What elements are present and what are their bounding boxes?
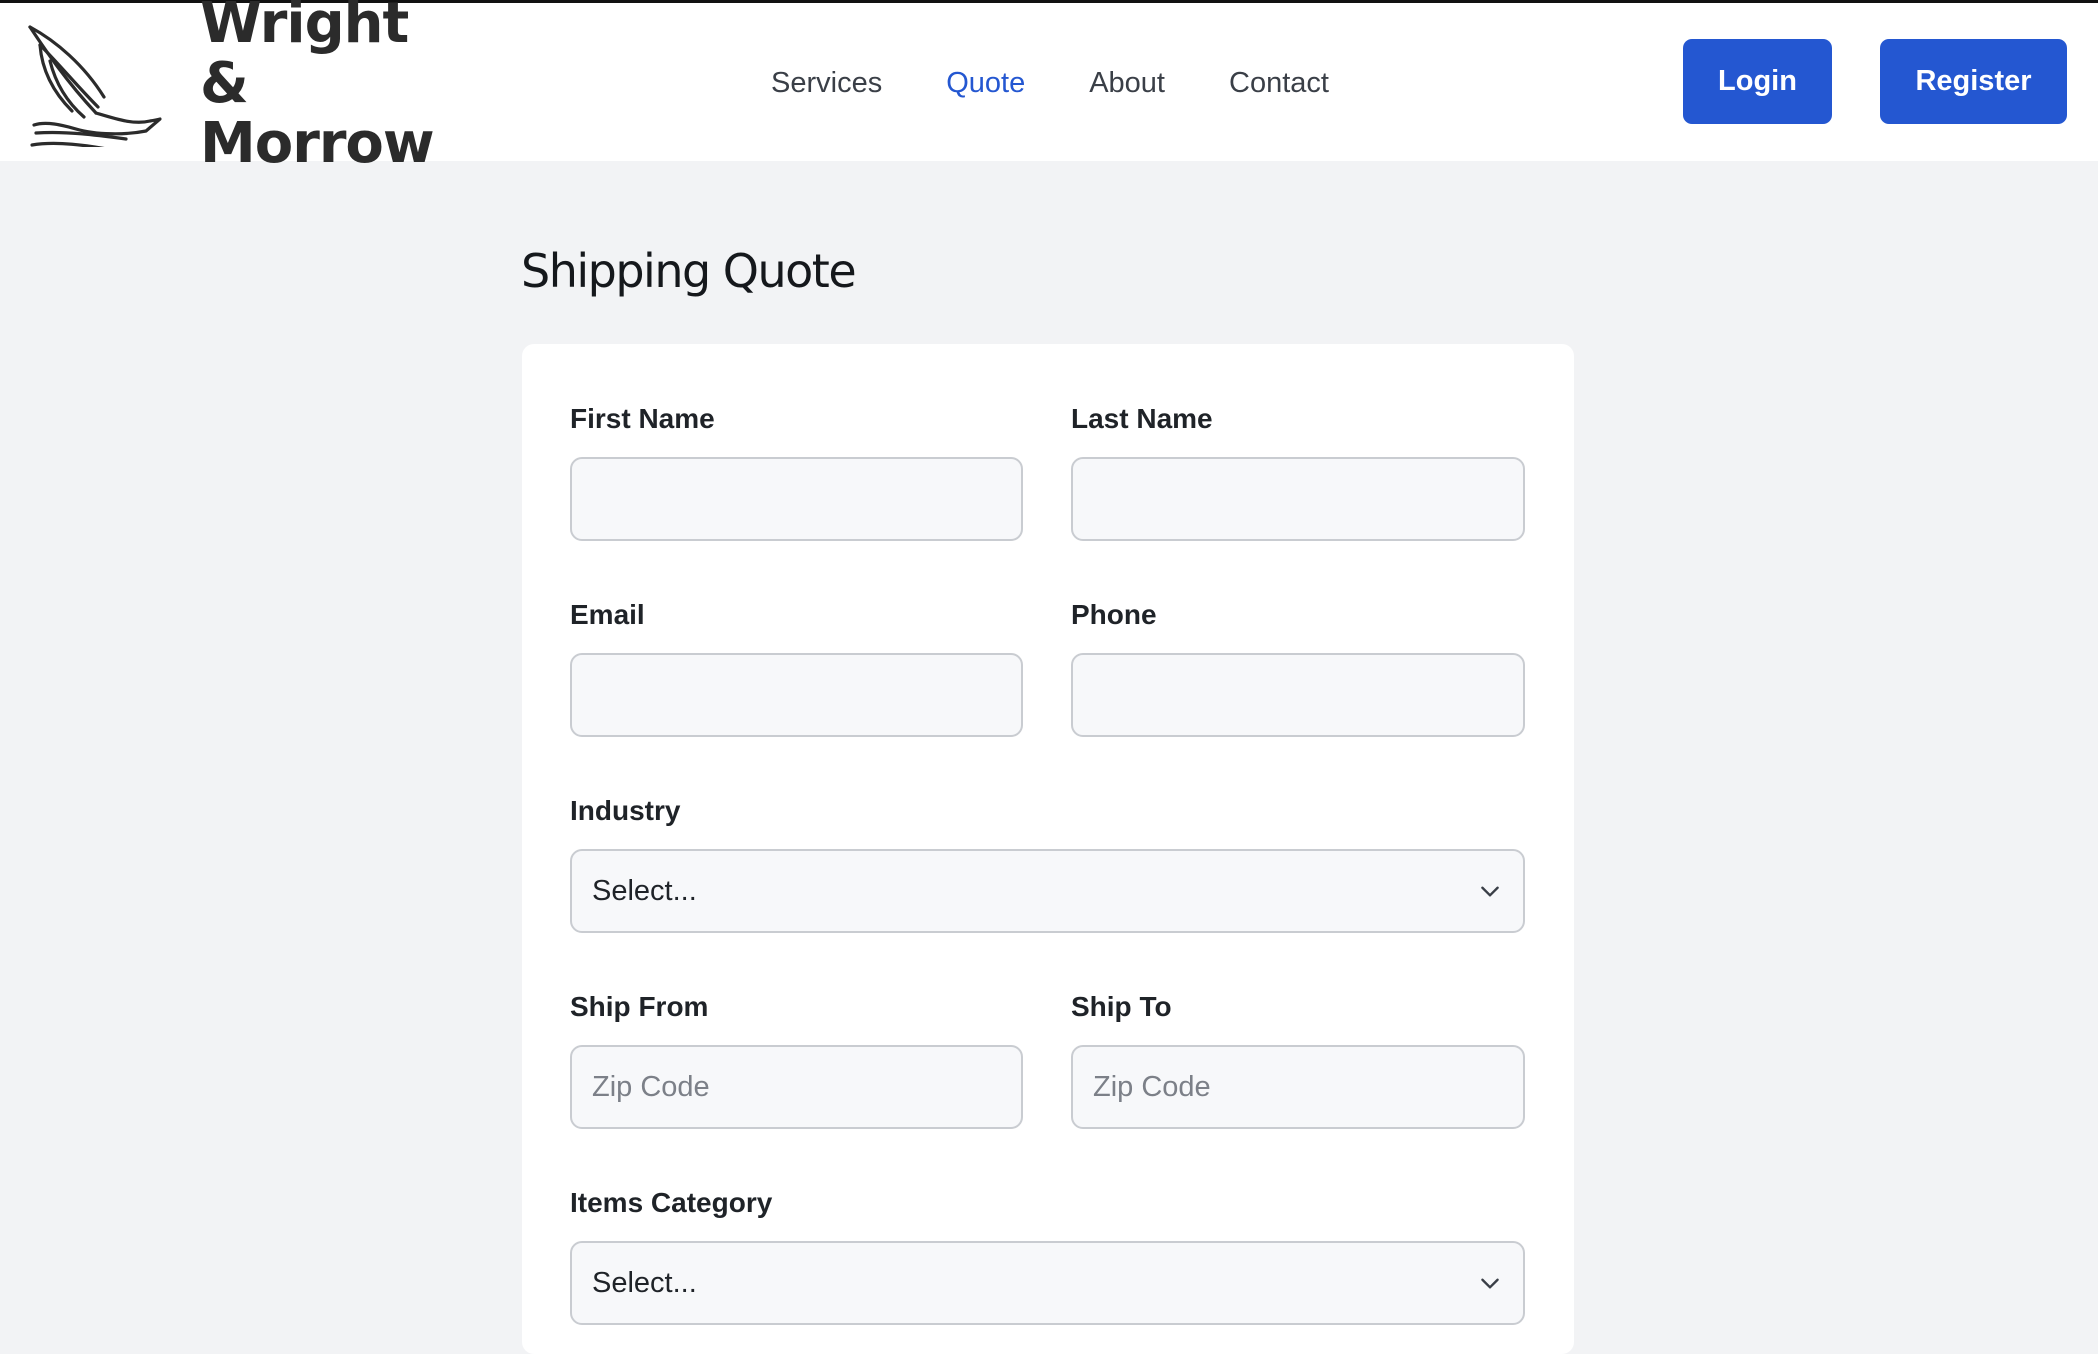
industry-label: Industry [570,795,681,826]
nav-item-quote[interactable]: Quote [946,67,1025,100]
login-button[interactable]: Login [1683,39,1832,124]
main-nav: Services Quote About Contact [771,61,1393,105]
phone-field[interactable] [1071,653,1525,737]
first-name-field[interactable] [570,457,1023,541]
nav-item-about[interactable]: About [1089,67,1165,100]
items-category-selected-value: Select... [592,1266,697,1299]
nav-item-services[interactable]: Services [771,67,882,100]
ship-from-label: Ship From [570,991,709,1022]
bird-icon [28,25,162,147]
items-category-select[interactable]: Select... [570,1241,1525,1325]
last-name-label: Last Name [1071,403,1213,434]
brand-name-line1: Wright & [200,0,409,116]
register-button[interactable]: Register [1880,39,2067,124]
page-title: Shipping Quote [521,244,857,298]
ship-to-label: Ship To [1071,991,1172,1022]
first-name-label: First Name [570,403,715,434]
brand-name-line2: Morrow [200,111,435,176]
industry-select[interactable]: Select... [570,849,1525,933]
site-header: Wright & Morrow Services Quote About Con… [0,0,2098,174]
email-label: Email [570,599,645,630]
chevron-down-icon [1481,886,1499,897]
phone-label: Phone [1071,599,1157,630]
chevron-down-icon [1481,1278,1499,1289]
last-name-field[interactable] [1071,457,1525,541]
brand-name: Wright & Morrow [200,0,446,174]
ship-to-zip-field[interactable] [1071,1045,1525,1129]
industry-selected-value: Select... [592,874,697,907]
ship-from-zip-field[interactable] [570,1045,1023,1129]
email-field[interactable] [570,653,1023,737]
nav-item-contact[interactable]: Contact [1229,67,1329,100]
brand-logo[interactable]: Wright & Morrow [26,0,446,174]
items-category-label: Items Category [570,1187,773,1218]
